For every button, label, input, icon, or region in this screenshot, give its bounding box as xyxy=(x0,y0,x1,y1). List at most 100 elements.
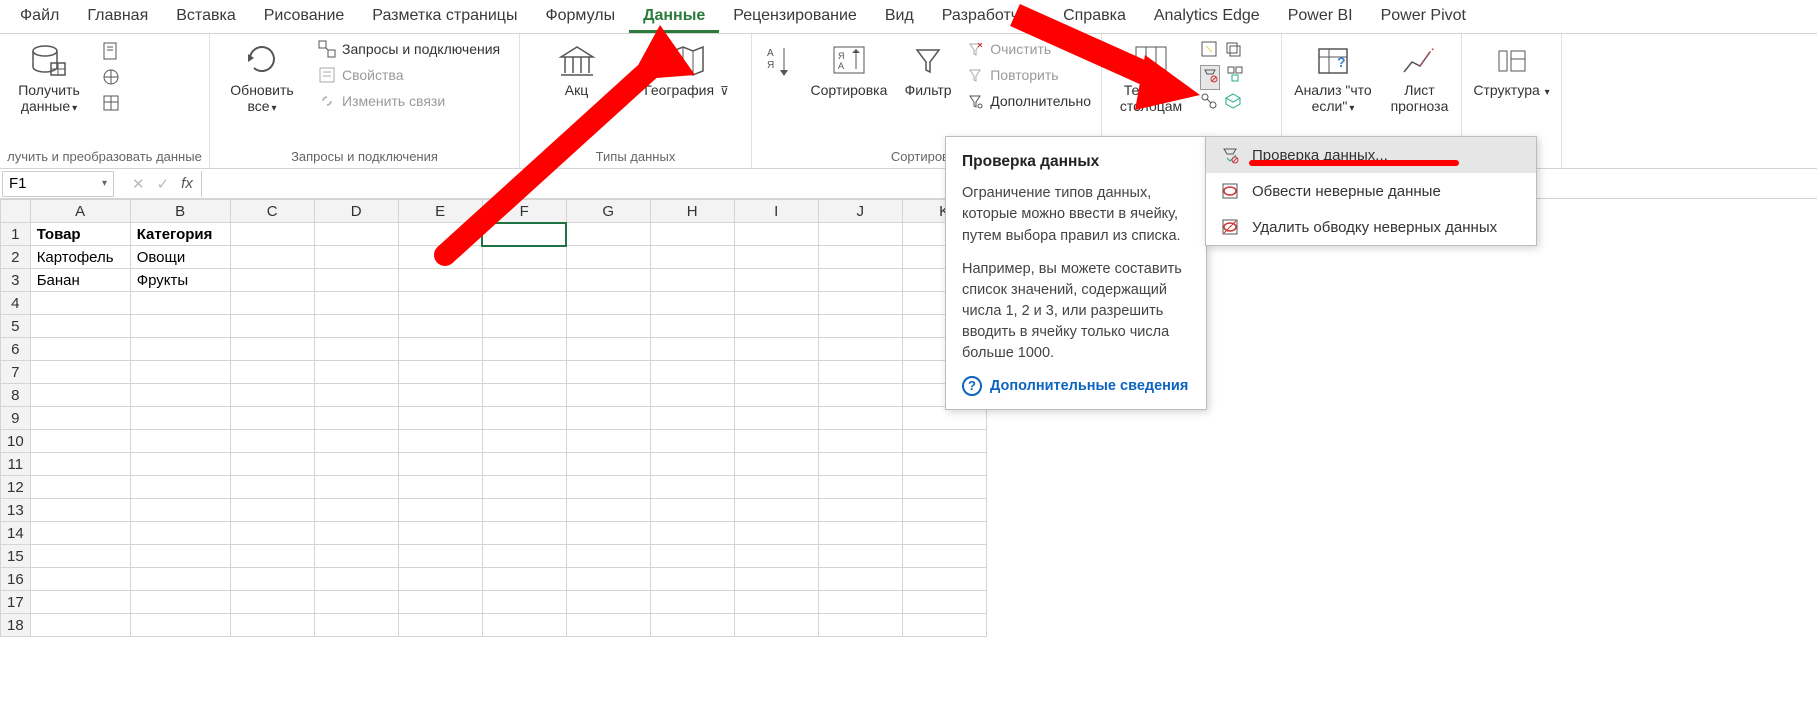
cell[interactable] xyxy=(230,223,314,246)
cell[interactable]: Банан xyxy=(30,269,130,292)
cell[interactable] xyxy=(314,269,398,292)
cell[interactable] xyxy=(734,223,818,246)
sort-button[interactable]: ЯА Сортировка xyxy=(804,38,894,102)
cell[interactable] xyxy=(230,568,314,591)
outline-button[interactable]: Структура ▾ xyxy=(1468,38,1555,103)
col-header-A[interactable]: A xyxy=(30,200,130,223)
cell[interactable] xyxy=(566,545,650,568)
cell[interactable] xyxy=(130,407,230,430)
cell[interactable] xyxy=(734,591,818,614)
row-header[interactable]: 2 xyxy=(1,246,31,269)
get-data-button[interactable]: Получить данные▾ xyxy=(6,38,92,119)
row-header[interactable]: 18 xyxy=(1,614,31,637)
cell[interactable] xyxy=(650,384,734,407)
cell[interactable] xyxy=(30,499,130,522)
cell[interactable] xyxy=(130,361,230,384)
cell[interactable] xyxy=(734,522,818,545)
cell[interactable] xyxy=(902,499,986,522)
cell[interactable] xyxy=(734,338,818,361)
row-header[interactable]: 13 xyxy=(1,499,31,522)
cell[interactable] xyxy=(818,269,902,292)
what-if-button[interactable]: ? Анализ "что если"▾ xyxy=(1288,38,1378,119)
name-box[interactable]: F1 ▾ xyxy=(2,171,114,197)
cell[interactable] xyxy=(314,223,398,246)
cell[interactable] xyxy=(734,499,818,522)
tab-file[interactable]: Файл xyxy=(6,1,73,33)
cell[interactable] xyxy=(566,315,650,338)
cell[interactable]: Фрукты xyxy=(130,269,230,292)
cell[interactable] xyxy=(398,361,482,384)
cell[interactable] xyxy=(130,568,230,591)
cell[interactable] xyxy=(734,545,818,568)
cell[interactable] xyxy=(130,499,230,522)
cell[interactable]: Картофель xyxy=(30,246,130,269)
cell[interactable] xyxy=(30,545,130,568)
cell[interactable] xyxy=(30,614,130,637)
cell[interactable] xyxy=(734,246,818,269)
cell[interactable] xyxy=(230,407,314,430)
cell[interactable] xyxy=(818,591,902,614)
cell[interactable] xyxy=(566,568,650,591)
row-header[interactable]: 6 xyxy=(1,338,31,361)
cell[interactable] xyxy=(30,591,130,614)
cell[interactable] xyxy=(130,476,230,499)
cell[interactable] xyxy=(818,430,902,453)
row-header[interactable]: 17 xyxy=(1,591,31,614)
cell[interactable] xyxy=(398,591,482,614)
cell[interactable] xyxy=(314,315,398,338)
cell[interactable] xyxy=(230,591,314,614)
cell[interactable] xyxy=(314,499,398,522)
cell[interactable] xyxy=(314,522,398,545)
cell[interactable] xyxy=(902,522,986,545)
cell[interactable] xyxy=(30,384,130,407)
refresh-all-button[interactable]: Обновить все▾ xyxy=(216,38,308,119)
cell[interactable] xyxy=(314,384,398,407)
cell[interactable] xyxy=(650,315,734,338)
cell[interactable] xyxy=(482,338,566,361)
cell[interactable] xyxy=(130,384,230,407)
cell[interactable] xyxy=(566,269,650,292)
cell[interactable] xyxy=(650,476,734,499)
cell[interactable]: Товар xyxy=(30,223,130,246)
cell[interactable] xyxy=(482,499,566,522)
menu-item-circle-invalid[interactable]: Обвести неверные данные xyxy=(1206,173,1536,209)
cell[interactable] xyxy=(230,522,314,545)
cell[interactable] xyxy=(650,453,734,476)
cell[interactable] xyxy=(566,522,650,545)
cell[interactable] xyxy=(314,361,398,384)
cell[interactable] xyxy=(818,361,902,384)
filter-button[interactable]: Фильтр xyxy=(900,38,956,102)
cell[interactable] xyxy=(818,453,902,476)
cell[interactable] xyxy=(902,453,986,476)
cell[interactable] xyxy=(734,430,818,453)
cell[interactable] xyxy=(818,223,902,246)
cell[interactable] xyxy=(230,361,314,384)
cell[interactable]: Овощи xyxy=(130,246,230,269)
cell[interactable] xyxy=(650,338,734,361)
cell[interactable] xyxy=(314,568,398,591)
cell[interactable] xyxy=(130,453,230,476)
tab-power-bi[interactable]: Power BI xyxy=(1274,1,1367,33)
cell[interactable] xyxy=(398,614,482,637)
tooltip-more-link[interactable]: ? Дополнительные сведения xyxy=(962,376,1190,397)
cell[interactable] xyxy=(398,338,482,361)
cell[interactable] xyxy=(818,522,902,545)
cell[interactable] xyxy=(482,476,566,499)
cell[interactable] xyxy=(30,361,130,384)
tab-home[interactable]: Главная xyxy=(73,1,162,33)
cell[interactable] xyxy=(230,545,314,568)
data-model-icon[interactable] xyxy=(1224,92,1242,115)
cell[interactable] xyxy=(734,476,818,499)
cell[interactable] xyxy=(230,430,314,453)
cell[interactable] xyxy=(482,361,566,384)
cell[interactable] xyxy=(230,269,314,292)
cell[interactable] xyxy=(818,476,902,499)
col-header-C[interactable]: C xyxy=(230,200,314,223)
forecast-sheet-button[interactable]: Лист прогноза xyxy=(1384,38,1455,118)
cell[interactable] xyxy=(734,269,818,292)
cell[interactable] xyxy=(566,614,650,637)
cell[interactable] xyxy=(566,338,650,361)
col-header-D[interactable]: D xyxy=(314,200,398,223)
cell[interactable] xyxy=(130,591,230,614)
cell[interactable] xyxy=(734,292,818,315)
